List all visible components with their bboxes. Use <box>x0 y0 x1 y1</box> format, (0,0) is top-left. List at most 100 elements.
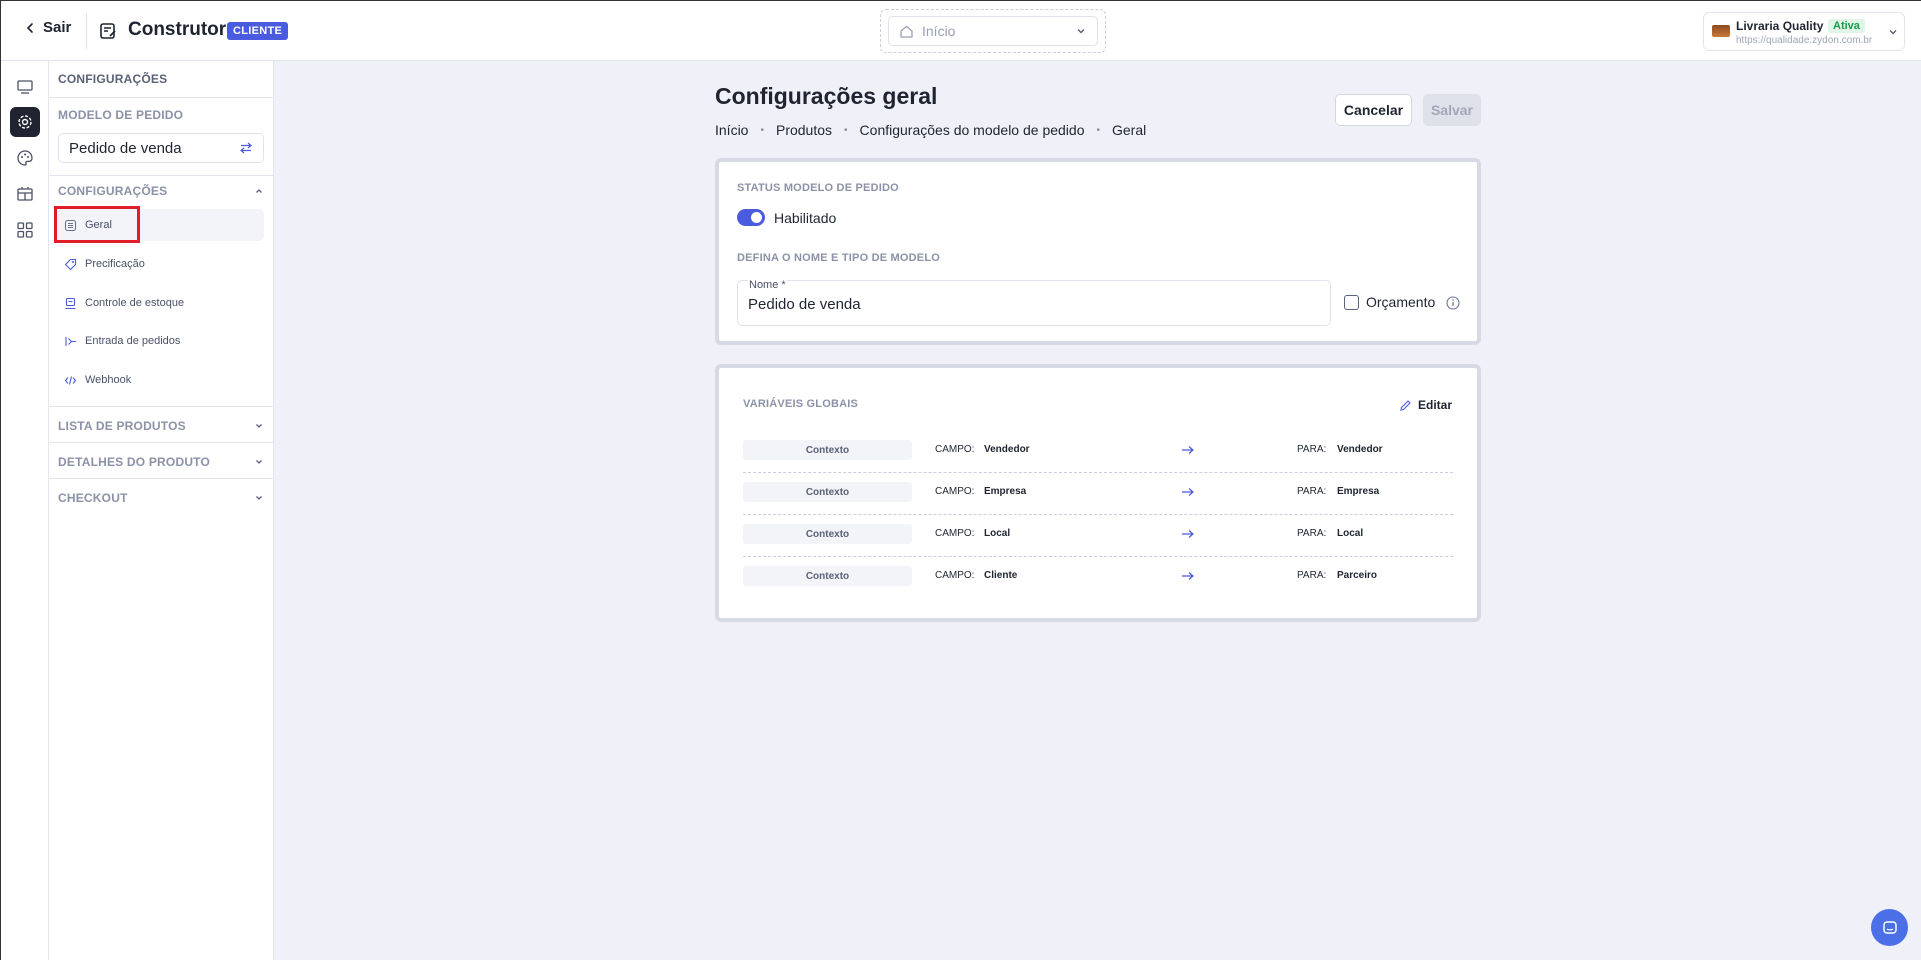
edit-button[interactable]: Editar <box>1399 398 1452 412</box>
palette-icon[interactable] <box>10 143 40 173</box>
breadcrumb-item: Geral <box>1112 122 1147 138</box>
model-select[interactable]: Pedido de venda <box>58 133 264 163</box>
variable-row: Contexto CAMPO: Empresa PARA: Empresa <box>743 473 1453 515</box>
breadcrumb-item[interactable]: Produtos <box>776 122 832 138</box>
sidebar-item-precificacao[interactable]: Precificação <box>54 248 264 280</box>
campo-key: CAMPO: <box>935 486 975 497</box>
variable-row: Contexto CAMPO: Vendedor PARA: Vendedor <box>743 431 1453 473</box>
chevron-up-icon <box>256 189 262 193</box>
chevron-down-icon <box>256 424 262 428</box>
name-field-label: Nome * <box>748 279 787 291</box>
enabled-toggle[interactable] <box>737 209 765 226</box>
chevron-down-icon <box>1077 29 1085 34</box>
tag-icon <box>64 258 77 270</box>
orcamento-checkbox[interactable] <box>1344 295 1359 310</box>
gear-icon[interactable] <box>10 107 40 137</box>
section-label: LISTA DE PRODUTOS <box>58 419 186 433</box>
breadcrumb-item[interactable]: Configurações do modelo de pedido <box>860 122 1085 138</box>
campo-key: CAMPO: <box>935 570 975 581</box>
chat-icon <box>1882 920 1897 934</box>
breadcrumb: Início • Produtos • Configurações do mod… <box>715 122 1146 138</box>
arrow-right-icon <box>1182 572 1194 580</box>
section-detalhes-do-produto[interactable]: DETALHES DO PRODUTO <box>58 455 264 469</box>
name-section-label: DEFINA O NOME E TIPO DE MODELO <box>737 252 940 264</box>
settings-sidebar: CONFIGURAÇÕES MODELO DE PEDIDO Pedido de… <box>49 61 274 960</box>
sidebar-item-label: Webhook <box>85 374 132 386</box>
info-icon[interactable] <box>1446 296 1460 310</box>
section-label: DETALHES DO PRODUTO <box>58 455 211 469</box>
breadcrumb-separator: • <box>760 124 764 136</box>
store-logo <box>1712 25 1730 37</box>
variables-title: VARIÁVEIS GLOBAIS <box>743 398 859 410</box>
para-value: Parceiro <box>1337 570 1378 581</box>
icon-rail <box>1 61 49 960</box>
para-value: Empresa <box>1337 486 1380 497</box>
chevron-down-icon <box>1889 30 1897 35</box>
sidebar-item-label: Entrada de pedidos <box>85 335 181 347</box>
page-select[interactable]: Início <box>888 16 1098 46</box>
store-selector[interactable]: Livraria Quality Ativa https://qualidade… <box>1703 12 1905 51</box>
campo-key: CAMPO: <box>935 528 975 539</box>
exit-label: Sair <box>43 19 72 36</box>
section-configuracoes[interactable]: CONFIGURAÇÕES <box>58 184 264 198</box>
arrow-right-icon <box>1182 488 1194 496</box>
app-title: Construtor <box>128 19 227 40</box>
status-card: STATUS MODELO DE PEDIDO Habilitado DEFIN… <box>715 158 1481 345</box>
store-url: https://qualidade.zydon.com.br <box>1736 35 1873 46</box>
sidebar-item-label: Precificação <box>85 258 145 270</box>
context-chip: Contexto <box>743 440 912 460</box>
divider <box>49 478 273 479</box>
divider <box>49 442 273 443</box>
campo-value: Cliente <box>984 570 1018 581</box>
edit-label: Editar <box>1418 398 1453 412</box>
variable-row: Contexto CAMPO: Local PARA: Local <box>743 515 1453 557</box>
exit-button[interactable]: Sair <box>23 19 71 36</box>
global-variables-card: VARIÁVEIS GLOBAIS Editar Contexto CAMPO:… <box>715 364 1481 622</box>
layout-icon[interactable] <box>10 72 40 102</box>
arrow-right-icon <box>1182 446 1194 454</box>
header-divider <box>86 13 87 49</box>
para-value: Local <box>1337 528 1364 539</box>
breadcrumb-separator: • <box>1096 124 1100 136</box>
inbox-icon <box>65 336 76 346</box>
context-chip: Contexto <box>743 566 912 586</box>
section-checkout[interactable]: CHECKOUT <box>58 491 264 505</box>
sidebar-item-controle-de-estoque[interactable]: Controle de estoque <box>54 287 264 319</box>
para-key: PARA: <box>1297 444 1327 455</box>
para-key: PARA: <box>1297 570 1327 581</box>
cancel-button[interactable]: Cancelar <box>1335 94 1412 126</box>
save-button[interactable]: Salvar <box>1423 94 1481 126</box>
para-key: PARA: <box>1297 528 1327 539</box>
divider <box>49 406 273 407</box>
sidebar-item-webhook[interactable]: Webhook <box>54 364 264 396</box>
grid-icon[interactable] <box>10 215 40 245</box>
para-key: PARA: <box>1297 486 1327 497</box>
checkbox-label: Orçamento <box>1366 294 1436 310</box>
page-title: Configurações geral <box>715 83 938 109</box>
para-value: Vendedor <box>1337 444 1383 455</box>
chevron-down-icon <box>256 496 262 500</box>
context-chip: Contexto <box>743 524 912 544</box>
toggle-label: Habilitado <box>774 210 837 226</box>
name-field[interactable]: Nome * Pedido de venda <box>737 279 1331 326</box>
model-label: MODELO DE PEDIDO <box>58 108 184 122</box>
pencil-icon <box>1400 399 1411 411</box>
page-select-value: Início <box>922 23 956 39</box>
box-icon <box>65 297 76 309</box>
divider <box>49 175 273 176</box>
chat-button[interactable] <box>1871 909 1908 946</box>
sidebar-item-entrada-de-pedidos[interactable]: Entrada de pedidos <box>54 325 264 357</box>
breadcrumb-item[interactable]: Início <box>715 122 748 138</box>
breadcrumb-separator: • <box>844 124 848 136</box>
store-status-badge: Ativa <box>1828 19 1865 33</box>
code-icon <box>64 375 77 385</box>
store-name: Livraria Quality <box>1736 19 1824 33</box>
variable-row: Contexto CAMPO: Cliente PARA: Parceiro <box>743 557 1453 599</box>
client-badge: CLIENTE <box>227 22 289 40</box>
building-icon[interactable] <box>10 179 40 209</box>
top-header: Sair Construtor CLIENTE Início Livraria … <box>1 1 1921 61</box>
chevron-left-icon <box>26 22 33 33</box>
page-select-frame: Início <box>880 9 1106 53</box>
section-lista-de-produtos[interactable]: LISTA DE PRODUTOS <box>58 419 264 433</box>
chevron-down-icon <box>256 460 262 464</box>
